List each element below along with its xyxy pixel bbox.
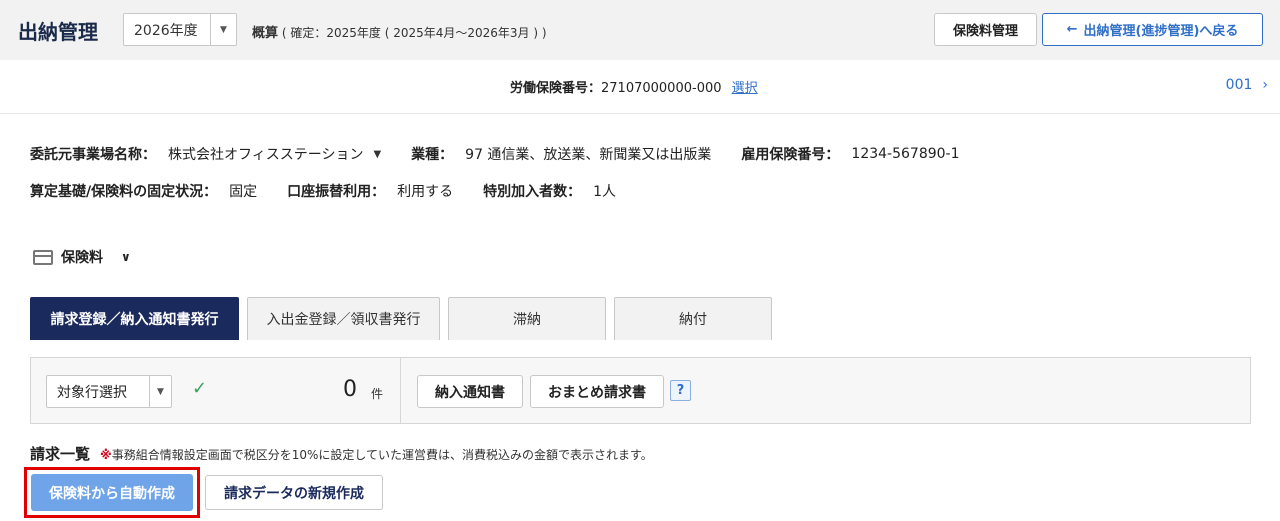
tab-billing-registration[interactable]: 請求登録／納入通知書発行 — [30, 297, 239, 340]
pager[interactable]: 001 › — [1226, 77, 1268, 93]
summary-text: 概算 ( 確定：2025年度 ( 2025年4月～2026年3月 ) ) — [252, 22, 547, 41]
selected-count-unit: 件 — [371, 387, 384, 401]
selected-count: 0 — [343, 377, 357, 402]
insurance-number-bar: 労働保険番号：27107000000-000 選択 001 › — [0, 60, 1280, 114]
fiscal-year-select[interactable]: 2026年度 ▼ — [123, 13, 237, 46]
toolbar-panel: 対象行選択 ▼ ✓ 0 件 納入通知書 おまとめ請求書 ? — [30, 357, 1251, 424]
fixed-status-label: 算定基礎/保険料の固定状況： — [30, 184, 218, 200]
app-header: 出納管理 2026年度 ▼ 概算 ( 確定：2025年度 ( 2025年4月～2… — [0, 0, 1280, 60]
page-number[interactable]: 001 — [1226, 77, 1253, 93]
client-value[interactable]: 株式会社オフィスステーション — [168, 144, 363, 164]
target-row-select[interactable]: 対象行選択 ▼ — [46, 375, 172, 408]
chevron-down-icon[interactable]: ∨ — [121, 250, 131, 264]
help-icon[interactable]: ? — [670, 380, 691, 401]
employment-insurance-value: 1234-567890-1 — [851, 146, 960, 162]
target-row-select-value: 対象行選択 — [57, 384, 127, 401]
special-members-label: 特別加入者数： — [483, 184, 582, 200]
claims-list-title: 請求一覧 — [30, 445, 91, 463]
select-link[interactable]: 選択 — [732, 81, 758, 96]
insurance-number-label: 労働保険番号： — [510, 81, 602, 96]
client-label: 委託元事業場名称： — [30, 147, 156, 163]
summary-detail: ( 確定：2025年度 ( 2025年4月～2026年3月 ) ) — [281, 26, 547, 40]
tab-arrears[interactable]: 滞納 — [448, 297, 606, 340]
tab-bar: 請求登録／納入通知書発行 入出金登録／領収書発行 滞納 納付 — [30, 297, 780, 340]
tab-deposit-registration[interactable]: 入出金登録／領収書発行 — [247, 297, 440, 340]
arrow-left-icon: ← — [1066, 22, 1078, 37]
bundled-invoice-button[interactable]: おまとめ請求書 — [530, 375, 664, 408]
summary-label: 概算 — [252, 26, 279, 41]
insurance-number: 労働保険番号：27107000000-000 選択 — [510, 77, 758, 96]
industry-label: 業種： — [411, 147, 454, 163]
section-title: 保険料 — [61, 250, 103, 266]
insurance-number-value: 27107000000-000 — [601, 81, 722, 96]
payment-notice-button[interactable]: 納入通知書 — [417, 375, 523, 408]
industry-value: 97 通信業、放送業、新聞業又は出版業 — [465, 147, 712, 163]
new-billing-data-button[interactable]: 請求データの新規作成 — [205, 475, 383, 510]
auto-create-button[interactable]: 保険料から自動作成 — [31, 474, 193, 511]
claims-list-heading: 請求一覧 ※事務組合情報設定画面で税区分を10%に設定していた運営費は、消費税込… — [30, 443, 653, 464]
info-row-1: 委託元事業場名称： 株式会社オフィスステーション ▼ 業種： 97 通信業、放送… — [30, 144, 960, 164]
info-row-2: 算定基礎/保険料の固定状況： 固定 口座振替利用： 利用する 特別加入者数： 1… — [30, 181, 616, 201]
chevron-down-icon[interactable]: ▼ — [210, 14, 236, 45]
fixed-status-value: 固定 — [229, 184, 258, 200]
chevron-down-icon[interactable]: ▼ — [149, 376, 171, 407]
check-icon[interactable]: ✓ — [192, 378, 207, 399]
credit-card-icon — [33, 249, 53, 265]
insurance-management-button[interactable]: 保険料管理 — [934, 13, 1037, 46]
claims-list-note: ※事務組合情報設定画面で税区分を10%に設定していた運営費は、消費税込みの金額で… — [100, 446, 653, 463]
employment-insurance-label: 雇用保険番号： — [741, 147, 840, 163]
account-transfer-value: 利用する — [397, 184, 454, 200]
tab-payment[interactable]: 納付 — [614, 297, 772, 340]
note-text: 事務組合情報設定画面で税区分を10%に設定していた運営費は、消費税込みの金額で表… — [111, 448, 653, 462]
back-button[interactable]: ← 出納管理(進捗管理)へ戻る — [1042, 13, 1263, 46]
chevron-right-icon[interactable]: › — [1262, 77, 1268, 93]
divider — [400, 358, 401, 423]
back-button-label: 出納管理(進捗管理)へ戻る — [1083, 24, 1239, 39]
special-members-value: 1人 — [593, 184, 617, 200]
app-title: 出納管理 — [18, 20, 98, 44]
account-transfer-label: 口座振替利用： — [287, 184, 386, 200]
insurance-section-toggle[interactable]: 保険料 ∨ — [33, 247, 131, 267]
fiscal-year-value: 2026年度 — [134, 22, 198, 39]
caret-down-icon[interactable]: ▼ — [373, 149, 381, 160]
note-mark: ※ — [100, 448, 112, 462]
